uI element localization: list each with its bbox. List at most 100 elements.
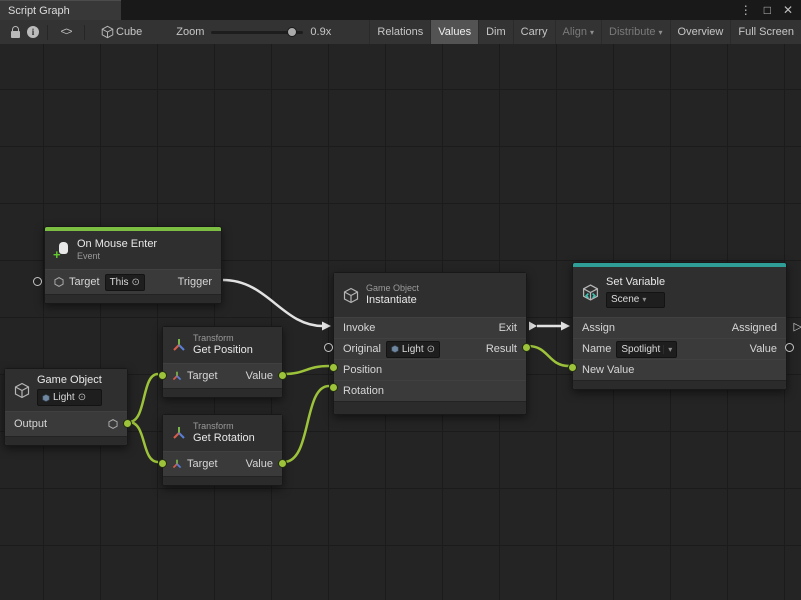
chevron-down-icon: ▾ — [663, 345, 672, 354]
button-label: Full Screen — [738, 26, 794, 38]
port-label-original: Original — [343, 343, 381, 355]
node-footer — [334, 401, 526, 414]
wire-rotation-value[interactable] — [284, 386, 329, 462]
node-get-position[interactable]: Transform Get Position Target Value — [162, 326, 283, 398]
node-get-rotation[interactable]: Transform Get Rotation Target Value — [162, 414, 283, 486]
node-header[interactable]: + On Mouse Enter Event — [45, 231, 221, 269]
rotation-input-port[interactable] — [329, 383, 338, 392]
port-row: Name Spotlight ▾ Value — [573, 338, 786, 359]
graph-target-label[interactable]: Cube — [116, 26, 142, 38]
port-label-trigger: Trigger — [178, 276, 212, 288]
port-label-value: Value — [750, 343, 777, 355]
port-label-position: Position — [343, 364, 382, 376]
port-row: Original Light ⊙ Result — [334, 338, 526, 359]
wire-arrowhead — [322, 322, 331, 331]
port-label-new-value: New Value — [582, 364, 634, 376]
port-label-name: Name — [582, 343, 611, 355]
node-title: Instantiate — [366, 294, 419, 308]
port-row: New Value — [573, 359, 786, 380]
output-port[interactable] — [123, 419, 132, 428]
node-category: Game Object — [366, 283, 419, 294]
full-screen-button[interactable]: Full Screen — [730, 20, 801, 44]
object-field-light[interactable]: Light ⊙ — [37, 389, 102, 406]
button-label: Relations — [377, 26, 423, 38]
port-row: Output — [5, 411, 127, 436]
toolbar-separator — [47, 25, 48, 40]
port-label-assigned: Assigned — [732, 322, 777, 334]
target-input-port[interactable] — [158, 371, 167, 380]
lock-icon[interactable] — [6, 20, 24, 44]
port-label-exit: Exit — [499, 322, 517, 334]
node-on-mouse-enter[interactable]: + On Mouse Enter Event Target This ⊙ Tri… — [44, 226, 222, 304]
game-object-type-icon — [108, 419, 118, 429]
distribute-button[interactable]: Distribute▾ — [601, 20, 669, 44]
original-input-port[interactable] — [324, 343, 333, 352]
window-titlebar: Script Graph ⋮ □ ✕ — [0, 0, 801, 20]
toolbar-button-group: Relations Values Dim Carry Align▾ Distri… — [369, 20, 801, 44]
dim-button[interactable]: Dim — [478, 20, 513, 44]
variable-scope-dropdown[interactable]: Scene ▾ — [606, 292, 665, 308]
object-field-this[interactable]: This ⊙ — [105, 274, 145, 291]
code-preview-icon[interactable]: <> — [53, 20, 79, 44]
variable-icon — [582, 284, 599, 301]
object-picker-icon[interactable]: ⊙ — [427, 344, 435, 355]
wire-position-value[interactable] — [284, 366, 329, 374]
graph-toolbar: i <> Cube Zoom 0.9x Relations Values Dim… — [0, 20, 801, 45]
object-picker-icon[interactable]: ⊙ — [131, 277, 139, 288]
node-title: Set Variable — [606, 276, 665, 290]
toolbar-separator — [84, 25, 85, 40]
wire-light-to-getrotation[interactable] — [129, 422, 158, 462]
node-category: Transform — [193, 333, 253, 344]
graph-canvas[interactable]: + On Mouse Enter Event Target This ⊙ Tri… — [0, 44, 801, 600]
wire-light-to-getposition[interactable] — [129, 374, 158, 422]
node-title: On Mouse Enter — [77, 238, 157, 252]
wire-trigger-to-invoke[interactable] — [223, 280, 323, 326]
node-set-variable[interactable]: Set Variable Scene ▾ Assign Assigned Nam… — [572, 262, 787, 390]
node-game-object-literal[interactable]: Game Object Light ⊙ Output — [4, 368, 128, 446]
object-picker-icon[interactable]: ⊙ — [78, 392, 86, 405]
object-field-value: Light — [402, 344, 424, 355]
value-output-port[interactable] — [278, 371, 287, 380]
tab-script-graph[interactable]: Script Graph — [0, 0, 121, 20]
node-header[interactable]: Transform Get Position — [163, 327, 282, 363]
button-label: Carry — [521, 26, 548, 38]
game-object-type-icon — [54, 277, 64, 287]
node-header[interactable]: Set Variable Scene ▾ — [573, 267, 786, 317]
target-input-port[interactable] — [158, 459, 167, 468]
relations-button[interactable]: Relations — [369, 20, 430, 44]
assigned-flow-port[interactable]: ▷ — [794, 320, 801, 333]
wire-result-to-newvalue[interactable] — [528, 346, 569, 366]
node-header[interactable]: Transform Get Rotation — [163, 415, 282, 451]
maximize-icon[interactable]: □ — [764, 3, 771, 17]
zoom-slider-knob[interactable] — [287, 27, 297, 37]
node-header[interactable]: Game Object Light ⊙ — [5, 369, 127, 411]
info-icon[interactable]: i — [24, 20, 42, 44]
node-footer — [45, 294, 221, 303]
value-output-port[interactable] — [785, 343, 794, 352]
align-button[interactable]: Align▾ — [555, 20, 601, 44]
new-value-input-port[interactable] — [568, 363, 577, 372]
node-header[interactable]: Game Object Instantiate — [334, 273, 526, 317]
carry-button[interactable]: Carry — [513, 20, 555, 44]
result-output-port[interactable] — [522, 343, 531, 352]
zoom-slider[interactable] — [211, 31, 303, 34]
values-button[interactable]: Values — [430, 20, 478, 44]
close-icon[interactable]: ✕ — [783, 3, 793, 17]
button-label: Values — [438, 26, 471, 38]
tab-title: Script Graph — [8, 5, 70, 17]
port-label-value: Value — [246, 370, 273, 382]
overview-button[interactable]: Overview — [670, 20, 731, 44]
light-object-icon — [391, 345, 399, 353]
variable-name-dropdown[interactable]: Spotlight ▾ — [616, 341, 677, 358]
port-label-target: Target — [187, 370, 218, 382]
variable-name-value: Spotlight — [621, 344, 660, 355]
exit-flow-port[interactable] — [529, 322, 537, 331]
value-output-port[interactable] — [278, 459, 287, 468]
node-subtitle: Event — [77, 251, 157, 262]
position-input-port[interactable] — [329, 363, 338, 372]
node-instantiate[interactable]: Game Object Instantiate Invoke Exit Orig… — [333, 272, 527, 415]
target-input-port[interactable] — [33, 277, 42, 286]
menu-icon[interactable]: ⋮ — [740, 3, 752, 17]
object-field-light[interactable]: Light ⊙ — [386, 341, 440, 358]
node-title: Get Position — [193, 344, 253, 358]
